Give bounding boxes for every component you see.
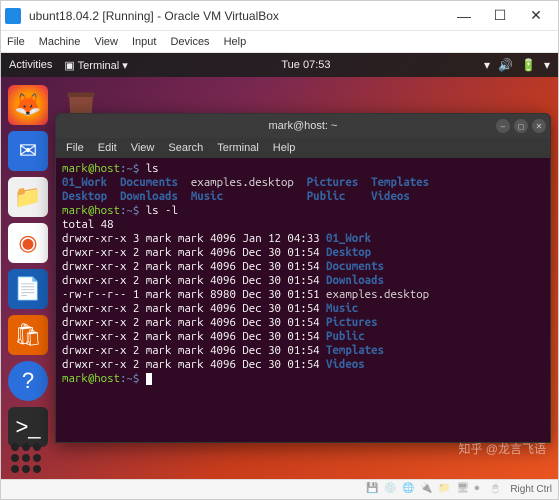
volume-icon: 🔊: [498, 58, 513, 72]
vbox-menu-input[interactable]: Input: [132, 36, 156, 48]
app-grid-launcher[interactable]: [11, 443, 41, 473]
terminal-maximize[interactable]: ◻: [514, 119, 528, 133]
terminal-window: mark@host: ~ – ◻ ✕ File Edit View Search…: [55, 113, 551, 443]
term-menu-file[interactable]: File: [66, 142, 84, 154]
system-menu[interactable]: ▾ 🔊 🔋 ▾: [484, 58, 550, 72]
window-controls: — ☐ ✕: [446, 2, 554, 30]
network-icon: ▾: [484, 58, 490, 72]
terminal-close[interactable]: ✕: [532, 119, 546, 133]
vbox-title: ubunt18.04.2 [Running] - Oracle VM Virtu…: [29, 9, 446, 23]
clock[interactable]: Tue 07:53: [128, 59, 484, 71]
vbox-menubar: File Machine View Input Devices Help: [1, 31, 558, 53]
vbox-titlebar: ubunt18.04.2 [Running] - Oracle VM Virtu…: [1, 1, 558, 31]
terminal-title: mark@host: ~: [269, 120, 338, 132]
term-menu-search[interactable]: Search: [168, 142, 203, 154]
status-rec-icon: ⏺: [474, 483, 488, 497]
vbox-menu-machine[interactable]: Machine: [39, 36, 81, 48]
vbox-app-icon: [5, 8, 21, 24]
dock-firefox[interactable]: 🦊: [8, 85, 48, 125]
status-display-icon: 🖥: [456, 483, 470, 497]
term-menu-terminal[interactable]: Terminal: [217, 142, 259, 154]
virtualbox-window: ubunt18.04.2 [Running] - Oracle VM Virtu…: [0, 0, 559, 500]
activities-button[interactable]: Activities: [9, 59, 52, 71]
power-icon: ▾: [544, 58, 550, 72]
dock-rhythmbox[interactable]: ◉: [8, 223, 48, 263]
terminal-body[interactable]: mark@host:~$ ls 01_Work Documents exampl…: [56, 158, 550, 442]
ubuntu-dock: 🦊 ✉ 📁 ◉ 📄 🛍 ? >_: [5, 85, 51, 447]
battery-icon: 🔋: [521, 58, 536, 72]
status-hdd-icon: 💾: [366, 483, 380, 497]
vbox-statusbar: 💾 💿 🌐 🔌 📁 🖥 ⏺ 🖱 Right Ctrl: [1, 479, 558, 499]
term-menu-view[interactable]: View: [131, 142, 155, 154]
term-menu-edit[interactable]: Edit: [98, 142, 117, 154]
term-menu-help[interactable]: Help: [273, 142, 296, 154]
app-menu[interactable]: ▣ Terminal ▾: [64, 59, 127, 72]
status-shared-icon: 📁: [438, 483, 452, 497]
ubuntu-desktop: Activities ▣ Terminal ▾ Tue 07:53 ▾ 🔊 🔋 …: [1, 53, 558, 479]
minimize-button[interactable]: —: [446, 2, 482, 30]
terminal-menubar: File Edit View Search Terminal Help: [56, 138, 550, 158]
ubuntu-topbar: Activities ▣ Terminal ▾ Tue 07:53 ▾ 🔊 🔋 …: [1, 53, 558, 77]
dock-thunderbird[interactable]: ✉: [8, 131, 48, 171]
terminal-titlebar[interactable]: mark@host: ~ – ◻ ✕: [56, 114, 550, 138]
dock-help[interactable]: ?: [8, 361, 48, 401]
dock-libreoffice[interactable]: 📄: [8, 269, 48, 309]
close-button[interactable]: ✕: [518, 2, 554, 30]
vbox-menu-view[interactable]: View: [94, 36, 118, 48]
dock-terminal[interactable]: >_: [8, 407, 48, 447]
vbox-menu-help[interactable]: Help: [224, 36, 247, 48]
maximize-button[interactable]: ☐: [482, 2, 518, 30]
dock-software[interactable]: 🛍: [8, 315, 48, 355]
status-usb-icon: 🔌: [420, 483, 434, 497]
status-mouse-icon: 🖱: [492, 483, 506, 497]
status-host-key: Right Ctrl: [510, 484, 552, 495]
vbox-menu-file[interactable]: File: [7, 36, 25, 48]
dock-files[interactable]: 📁: [8, 177, 48, 217]
vbox-menu-devices[interactable]: Devices: [170, 36, 209, 48]
terminal-minimize[interactable]: –: [496, 119, 510, 133]
status-net-icon: 🌐: [402, 483, 416, 497]
status-cd-icon: 💿: [384, 483, 398, 497]
watermark: 知乎 @龙言飞语: [458, 440, 546, 457]
